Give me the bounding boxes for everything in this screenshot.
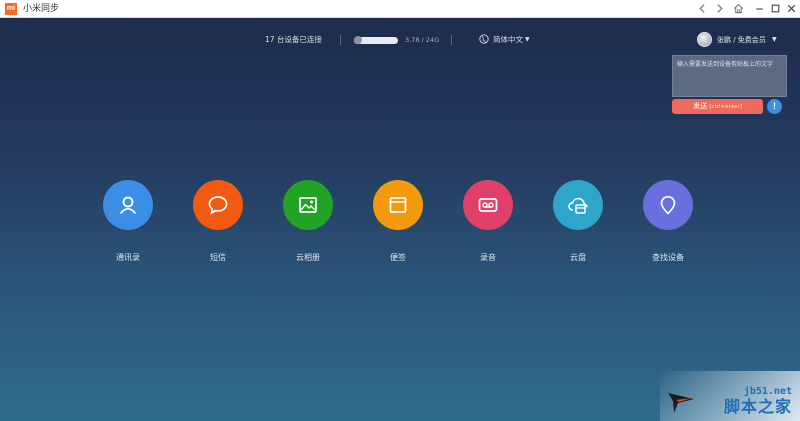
feature-label: 云盘 [570,253,586,262]
feature-label: 查找设备 [652,253,684,262]
app-title: 小米同步 [23,4,60,14]
send-button-label: 发送 [693,102,708,110]
globe-icon [479,34,489,44]
send-shortcut-hint: [ctrl+enter] [709,104,742,110]
storage-text: 3.78 / 24G [405,36,440,44]
feature-label: 通讯录 [116,253,140,262]
location-pin-icon [660,195,676,215]
image-icon [299,197,317,213]
feature-cloud-album[interactable]: 云相册 [278,180,338,264]
feature-messages[interactable]: 短信 [188,180,248,264]
language-selector[interactable]: 简体中文 [493,34,523,46]
chat-bubble-icon [208,196,228,215]
clipboard-input[interactable] [672,55,787,97]
tape-icon [478,198,498,212]
maximize-icon[interactable] [767,1,783,17]
feature-label: 短信 [210,253,226,262]
forward-arrow-icon[interactable] [711,1,727,17]
watermark: jb51.net 脚本之家 [660,371,800,421]
feature-contacts[interactable]: 通讯录 [98,180,158,264]
chevron-down-icon[interactable]: ▼ [772,34,777,46]
feature-notes[interactable]: 便签 [368,180,428,264]
feature-cloud-drive[interactable]: 云盘 [548,180,608,264]
feature-label: 录音 [480,253,496,262]
messages-circle[interactable] [193,180,243,230]
send-button[interactable]: 发送 [ctrl+enter] [672,99,763,114]
title-bar: mi 小米同步 [0,0,800,18]
home-icon[interactable] [730,1,746,17]
find-device-circle[interactable] [643,180,693,230]
main-panel: 17 台设备已连接 3.78 / 24G 简体中文 ▼ 张鹏 / 免费会员 ▼ … [0,18,800,421]
bird-logo-icon [668,393,694,413]
recorder-circle[interactable] [463,180,513,230]
cloud-icon [568,197,588,214]
connected-devices-text: 17 台设备已连接 [265,35,322,44]
minimize-icon[interactable] [751,1,767,17]
user-name[interactable]: 张鹏 / 免费会员 [717,34,766,46]
cloud-album-circle[interactable] [283,180,333,230]
feature-label: 云相册 [296,253,320,262]
avatar[interactable] [697,32,712,47]
notes-circle[interactable] [373,180,423,230]
divider [451,35,452,45]
close-icon[interactable] [783,1,799,17]
feature-label: 便签 [390,253,406,262]
note-icon [389,197,407,213]
mi-logo: mi [5,3,17,15]
watermark-name: 脚本之家 [723,397,792,416]
divider [340,35,341,45]
feature-recorder[interactable]: 录音 [458,180,518,264]
info-icon[interactable]: ! [767,99,782,114]
back-arrow-icon[interactable] [694,1,710,17]
storage-indicator-dot [354,36,362,44]
contacts-circle[interactable] [103,180,153,230]
feature-find-device[interactable]: 查找设备 [638,180,698,264]
cloud-drive-circle[interactable] [553,180,603,230]
chevron-down-icon[interactable]: ▼ [525,34,530,46]
person-icon [119,196,137,215]
